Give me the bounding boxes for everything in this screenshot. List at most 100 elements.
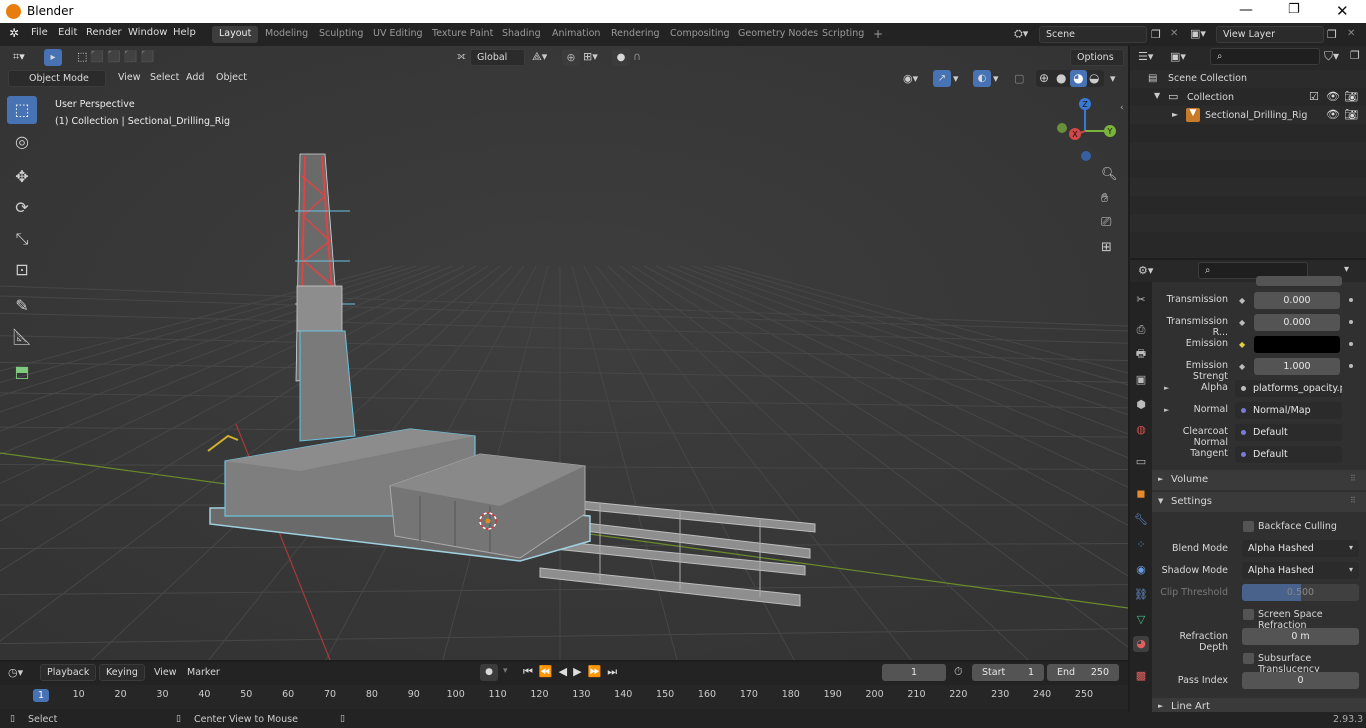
overlays-icon[interactable]: ◐ xyxy=(973,70,991,87)
falloff-icon[interactable]: ∩ xyxy=(633,50,641,63)
tool-tab-icon[interactable]: ✂ xyxy=(1133,292,1149,308)
emission-strength-field[interactable]: 1.000 xyxy=(1254,358,1340,375)
wireframe-shading-icon[interactable]: ⊕ xyxy=(1039,71,1049,85)
keying-set-icon[interactable]: ▾ xyxy=(503,666,508,676)
start-frame-field[interactable]: Start 1 xyxy=(972,664,1044,681)
select-tool-icon[interactable]: ⬚ xyxy=(7,96,37,124)
menu-render[interactable]: Render xyxy=(86,27,122,38)
move-tool-icon[interactable]: ✥ xyxy=(7,163,37,191)
modifier-tab-icon[interactable]: 🔧︎ xyxy=(1133,512,1149,528)
particles-tab-icon[interactable]: ⁘ xyxy=(1133,537,1149,553)
zoom-icon[interactable]: 🔍︎ xyxy=(1101,167,1118,182)
line-art-expand-icon[interactable]: ► xyxy=(1158,702,1163,710)
xray-icon[interactable]: ▢ xyxy=(1014,72,1024,85)
backface-culling-checkbox[interactable] xyxy=(1243,521,1254,532)
grid-toggle-icon[interactable]: ⊞ xyxy=(1101,240,1112,255)
socket-icon[interactable]: ◆ xyxy=(1239,318,1245,327)
cursor-tool-icon[interactable]: ◎ xyxy=(7,128,37,156)
blend-mode-dropdown[interactable]: Alpha Hashed xyxy=(1242,540,1359,557)
prev-keyframe-icon[interactable]: ⏪ xyxy=(539,665,559,678)
render-tab-icon[interactable]: ⎙ xyxy=(1133,322,1149,338)
tab-texture-paint[interactable]: Texture Paint xyxy=(425,26,500,43)
material-preview-icon[interactable]: ◕ xyxy=(1070,70,1087,87)
tab-compositing[interactable]: Compositing xyxy=(663,26,737,43)
view-layer-field[interactable]: View Layer xyxy=(1216,26,1324,43)
tab-rendering[interactable]: Rendering xyxy=(604,26,667,43)
outliner-row-scene-collection[interactable]: ▤ Scene Collection xyxy=(1130,70,1366,88)
add-workspace-icon[interactable]: + xyxy=(866,25,890,42)
new-view-layer-icon[interactable]: ❐ xyxy=(1327,28,1337,41)
gizmo-icon[interactable]: ↗ xyxy=(933,70,951,87)
add-cube-tool-icon[interactable]: ⬒ xyxy=(7,358,37,386)
select-mode-icons[interactable]: ⬚⬛⬛⬛⬛ xyxy=(77,50,157,63)
next-keyframe-icon[interactable]: ⏩ xyxy=(588,665,608,678)
emission-color-swatch[interactable] xyxy=(1254,336,1340,353)
transform-orientation-dropdown[interactable]: Global xyxy=(470,49,525,66)
rendered-shading-icon[interactable]: ◒ xyxy=(1089,71,1099,85)
proportional-edit-icon[interactable]: ● xyxy=(612,49,630,66)
scene-icon[interactable]: ⛭▾ xyxy=(1014,27,1028,41)
minimize-icon[interactable]: — xyxy=(1239,2,1253,18)
exclude-checkbox-icon[interactable]: ☑ xyxy=(1309,90,1319,103)
material-tab-icon[interactable]: ◕ xyxy=(1133,636,1149,652)
sidebar-toggle-icon[interactable]: ‹ xyxy=(1120,103,1124,113)
outliner-editor-icon[interactable]: ☰▾ xyxy=(1138,50,1153,63)
socket-icon[interactable]: ◆ xyxy=(1239,362,1245,371)
data-tab-icon[interactable]: ▽ xyxy=(1133,612,1149,628)
tab-animation[interactable]: Animation xyxy=(545,26,607,43)
tangent-field[interactable]: Default xyxy=(1235,446,1342,463)
drag-handle-icon[interactable]: ⠿ xyxy=(1350,496,1356,505)
refraction-depth-field[interactable]: 0 m xyxy=(1242,628,1359,645)
annotate-tool-icon[interactable]: ✎ xyxy=(7,292,37,320)
new-scene-icon[interactable]: ❐ xyxy=(1151,28,1161,41)
physics-tab-icon[interactable]: ◉ xyxy=(1133,562,1149,578)
new-collection-icon[interactable]: ❐ xyxy=(1350,49,1360,62)
viewport-menu-add[interactable]: Add xyxy=(181,70,209,87)
navigation-gizmo[interactable]: Z Y X xyxy=(1050,96,1120,166)
alpha-texture-field[interactable]: platforms_opacity.pn xyxy=(1235,380,1342,397)
object-render-icon[interactable]: 📷︎ xyxy=(1344,108,1358,121)
menu-window[interactable]: Window xyxy=(128,27,167,38)
tab-sculpting[interactable]: Sculpting xyxy=(312,26,370,43)
collection-tab-icon[interactable]: ▭ xyxy=(1133,454,1149,470)
viewport-menu-select[interactable]: Select xyxy=(145,70,184,87)
tab-uv-editing[interactable]: UV Editing xyxy=(366,26,430,43)
outliner-row-object[interactable]: ► ▼ Sectional_Drilling_Rig 👁︎ 📷︎ xyxy=(1130,106,1366,124)
close-icon[interactable]: ✕ xyxy=(1336,2,1349,20)
normal-map-field[interactable]: Normal/Map xyxy=(1235,402,1342,419)
measure-tool-icon[interactable]: 📐︎ xyxy=(7,323,37,351)
select-box-icon[interactable]: ▸ xyxy=(44,49,62,66)
visibility-icon[interactable]: ◉▾ xyxy=(903,72,918,85)
viewport-canvas[interactable] xyxy=(0,46,1128,660)
tab-shading[interactable]: Shading xyxy=(495,26,548,43)
menu-help[interactable]: Help xyxy=(173,27,196,38)
viewport-menu-view[interactable]: View xyxy=(113,70,146,87)
transmission-field[interactable]: 0.000 xyxy=(1254,292,1340,309)
pivot-point-icon[interactable]: ⟁▾ xyxy=(532,50,547,64)
world-tab-icon[interactable]: ◍ xyxy=(1133,422,1149,438)
scene-tab-icon[interactable]: ⬢ xyxy=(1133,397,1149,413)
clip-threshold-slider[interactable]: 0.500 xyxy=(1242,584,1359,601)
keying-dropdown[interactable]: Keying xyxy=(99,664,145,681)
socket-icon[interactable]: ◆ xyxy=(1239,296,1245,305)
eye-icon[interactable]: 👁︎ xyxy=(1326,90,1340,103)
menu-file[interactable]: File xyxy=(31,27,48,38)
collapse-arrow-icon[interactable]: ► xyxy=(1172,110,1178,119)
pan-hand-icon[interactable]: ✋︎ xyxy=(1101,191,1108,206)
remove-scene-icon[interactable]: ✕ xyxy=(1170,28,1178,39)
current-frame-field[interactable]: 1 xyxy=(882,664,946,681)
transform-tool-icon[interactable]: ⊡ xyxy=(7,256,37,284)
pass-index-field[interactable]: 0 xyxy=(1242,672,1359,689)
keyframe-icon[interactable] xyxy=(1349,364,1353,368)
tab-scripting[interactable]: Scripting xyxy=(815,26,871,43)
view-layer-tab-icon[interactable]: ▣ xyxy=(1133,372,1149,388)
viewport-menu-object[interactable]: Object xyxy=(211,70,252,87)
tab-layout[interactable]: Layout xyxy=(212,26,259,43)
texture-tab-icon[interactable]: ▩ xyxy=(1133,668,1149,684)
settings-panel-header[interactable]: ▼ Settings ⠿ xyxy=(1152,492,1366,512)
object-eye-icon[interactable]: 👁︎ xyxy=(1326,108,1340,121)
options-dropdown[interactable]: Options xyxy=(1070,49,1124,66)
settings-expand-icon[interactable]: ▼ xyxy=(1158,497,1163,505)
overlays-dropdown-icon[interactable]: ▾ xyxy=(993,72,999,85)
subsurface-checkbox[interactable] xyxy=(1243,653,1254,664)
